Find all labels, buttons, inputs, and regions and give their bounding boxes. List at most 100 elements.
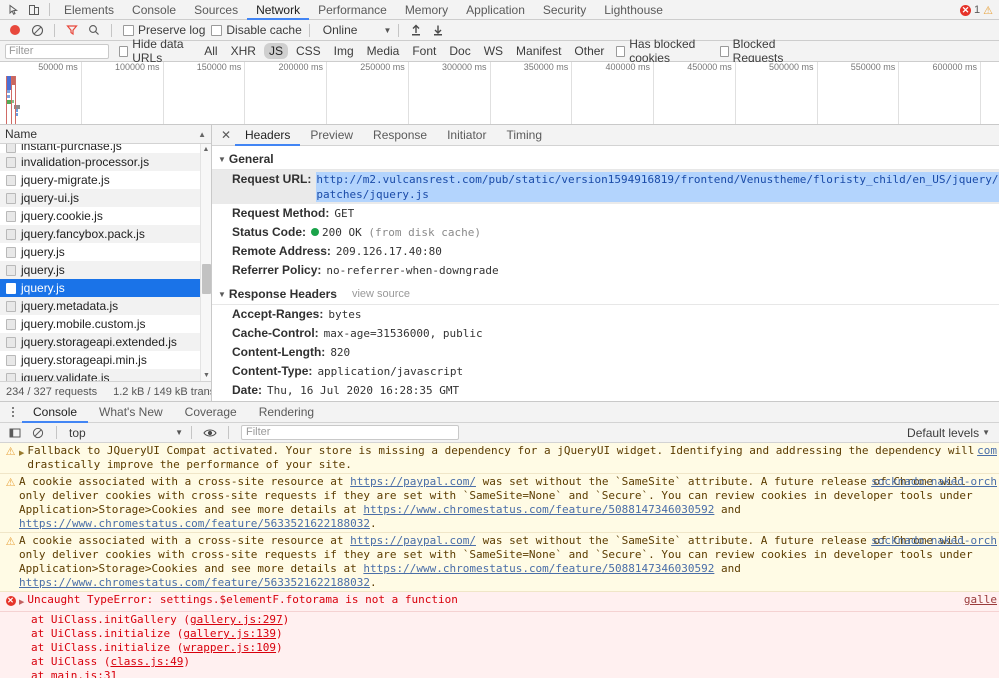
- details-tab-response[interactable]: Response: [363, 125, 437, 146]
- scroll-down-icon[interactable]: ▼: [201, 370, 211, 381]
- request-list-item[interactable]: jquery.metadata.js: [0, 297, 200, 315]
- scroll-up-icon[interactable]: ▲: [201, 144, 211, 155]
- details-tab-initiator[interactable]: Initiator: [437, 125, 496, 146]
- console-levels-select[interactable]: Default levels ▼: [907, 426, 994, 440]
- tab-security[interactable]: Security: [534, 0, 595, 20]
- close-icon[interactable]: ✕: [217, 125, 235, 146]
- issue-counters[interactable]: ✕ 1 ⚠: [960, 0, 993, 20]
- request-list-item[interactable]: jquery.js: [0, 279, 200, 297]
- network-overview-timeline[interactable]: 50000 ms100000 ms150000 ms200000 ms25000…: [0, 62, 999, 125]
- console-link[interactable]: https://www.chromestatus.com/feature/508…: [363, 503, 714, 516]
- request-list-item[interactable]: jquery.storageapi.min.js: [0, 351, 200, 369]
- console-clear-icon[interactable]: [28, 424, 48, 442]
- view-source-link[interactable]: view source: [352, 288, 410, 300]
- filter-type-all[interactable]: All: [199, 43, 222, 59]
- console-error-message[interactable]: ✕▶Uncaught TypeError: settings.$elementF…: [0, 592, 999, 612]
- request-list-body[interactable]: instant-purchase.jsinvalidation-processo…: [0, 144, 211, 381]
- request-list-item[interactable]: jquery.mobile.custom.js: [0, 315, 200, 333]
- inspect-element-icon[interactable]: [4, 1, 24, 19]
- console-source-link[interactable]: com: [977, 444, 997, 458]
- tab-console[interactable]: Console: [123, 0, 185, 20]
- tab-application[interactable]: Application: [457, 0, 534, 20]
- tab-lighthouse[interactable]: Lighthouse: [595, 0, 672, 20]
- request-list-item[interactable]: jquery-migrate.js: [0, 171, 200, 189]
- console-warning-message[interactable]: ⚠A cookie associated with a cross-site r…: [0, 474, 999, 533]
- console-source-link[interactable]: socknado-naked-orch: [871, 475, 997, 489]
- export-har-icon[interactable]: [428, 21, 448, 39]
- disable-cache-checkbox[interactable]: Disable cache: [211, 23, 301, 37]
- stack-frame-link[interactable]: wrapper.js:109: [183, 641, 276, 654]
- tab-sources[interactable]: Sources: [185, 0, 247, 20]
- drawer-tab-console[interactable]: Console: [22, 402, 88, 423]
- request-list-scrollbar[interactable]: ▲ ▼: [200, 144, 211, 381]
- request-list-item[interactable]: jquery.storageapi.extended.js: [0, 333, 200, 351]
- console-link[interactable]: https://www.chromestatus.com/feature/563…: [19, 576, 370, 589]
- details-tab-preview[interactable]: Preview: [300, 125, 363, 146]
- console-warning-message[interactable]: ⚠A cookie associated with a cross-site r…: [0, 533, 999, 592]
- console-link[interactable]: https://paypal.com/: [350, 534, 476, 547]
- header-value[interactable]: http://m2.vulcansrest.com/pub/static/ver…: [316, 172, 999, 202]
- console-source-link[interactable]: socknado-naked-orch: [871, 534, 997, 548]
- preserve-log-checkbox[interactable]: Preserve log: [123, 23, 205, 37]
- stack-frame-link[interactable]: main.js:31: [51, 669, 117, 678]
- network-filter-input[interactable]: Filter: [5, 44, 109, 59]
- console-link[interactable]: https://www.chromestatus.com/feature/508…: [363, 562, 714, 575]
- filter-icon[interactable]: [62, 21, 82, 39]
- throttling-select[interactable]: Online ▼: [323, 23, 392, 37]
- console-filter-input[interactable]: Filter: [241, 425, 459, 440]
- drawer-tab-rendering[interactable]: Rendering: [248, 402, 325, 423]
- drawer-tab-whats-new[interactable]: What's New: [88, 402, 174, 423]
- request-list-item[interactable]: jquery.js: [0, 261, 200, 279]
- tab-performance[interactable]: Performance: [309, 0, 396, 20]
- blocked-requests-checkbox[interactable]: Blocked Requests: [720, 37, 806, 65]
- request-list-item[interactable]: instant-purchase.js: [0, 144, 200, 153]
- stack-frame-link[interactable]: class.js:49: [110, 655, 183, 668]
- console-sidebar-icon[interactable]: [5, 424, 25, 442]
- expand-arrow-icon[interactable]: ▶: [19, 593, 24, 610]
- expand-arrow-icon[interactable]: ▶: [19, 444, 24, 461]
- tab-network[interactable]: Network: [247, 0, 309, 20]
- details-tab-timing[interactable]: Timing: [496, 125, 552, 146]
- filter-type-js[interactable]: JS: [264, 43, 288, 59]
- console-source-link[interactable]: galle: [964, 593, 997, 607]
- tab-elements[interactable]: Elements: [55, 0, 123, 20]
- request-list-item[interactable]: jquery.fancybox.pack.js: [0, 225, 200, 243]
- live-expression-eye-icon[interactable]: [200, 424, 220, 442]
- filter-type-manifest[interactable]: Manifest: [511, 43, 566, 59]
- filter-type-doc[interactable]: Doc: [444, 43, 475, 59]
- clear-button[interactable]: [27, 21, 47, 39]
- import-har-icon[interactable]: [406, 21, 426, 39]
- has-blocked-cookies-checkbox[interactable]: Has blocked cookies: [616, 37, 712, 65]
- hide-data-urls-checkbox[interactable]: Hide data URLs: [119, 37, 196, 65]
- request-list-item[interactable]: jquery.cookie.js: [0, 207, 200, 225]
- search-icon[interactable]: [84, 21, 104, 39]
- more-options-icon[interactable]: [4, 402, 22, 423]
- filter-type-xhr[interactable]: XHR: [226, 43, 261, 59]
- filter-type-img[interactable]: Img: [329, 43, 359, 59]
- record-button[interactable]: [5, 21, 25, 39]
- filter-type-other[interactable]: Other: [569, 43, 609, 59]
- request-list-item[interactable]: jquery-ui.js: [0, 189, 200, 207]
- request-list-item[interactable]: jquery.validate.js: [0, 369, 200, 381]
- request-list-item[interactable]: jquery.js: [0, 243, 200, 261]
- details-tab-headers[interactable]: Headers: [235, 125, 300, 146]
- filter-type-css[interactable]: CSS: [291, 43, 326, 59]
- request-list-item[interactable]: invalidation-processor.js: [0, 153, 200, 171]
- console-link[interactable]: https://www.chromestatus.com/feature/563…: [19, 517, 370, 530]
- console-context-select[interactable]: top ▼: [65, 426, 183, 440]
- stack-frame-link[interactable]: gallery.js:139: [183, 627, 276, 640]
- scrollbar-thumb[interactable]: [202, 264, 211, 294]
- stack-frame-link[interactable]: gallery.js:297: [190, 613, 283, 626]
- general-section-header[interactable]: ▼ General: [212, 149, 999, 170]
- tab-memory[interactable]: Memory: [396, 0, 457, 20]
- console-message-list[interactable]: ⚠▶Fallback to JQueryUI Compat activated.…: [0, 443, 999, 678]
- console-link[interactable]: https://paypal.com/: [350, 475, 476, 488]
- request-list-header[interactable]: Name ▲: [0, 125, 211, 144]
- response-headers-section-header[interactable]: ▼ Response Headers view source: [212, 284, 999, 305]
- drawer-tab-coverage[interactable]: Coverage: [174, 402, 248, 423]
- device-toolbar-icon[interactable]: [24, 1, 44, 19]
- filter-type-font[interactable]: Font: [407, 43, 441, 59]
- filter-type-media[interactable]: Media: [362, 43, 405, 59]
- console-warning-message[interactable]: ⚠▶Fallback to JQueryUI Compat activated.…: [0, 443, 999, 474]
- filter-type-ws[interactable]: WS: [479, 43, 508, 59]
